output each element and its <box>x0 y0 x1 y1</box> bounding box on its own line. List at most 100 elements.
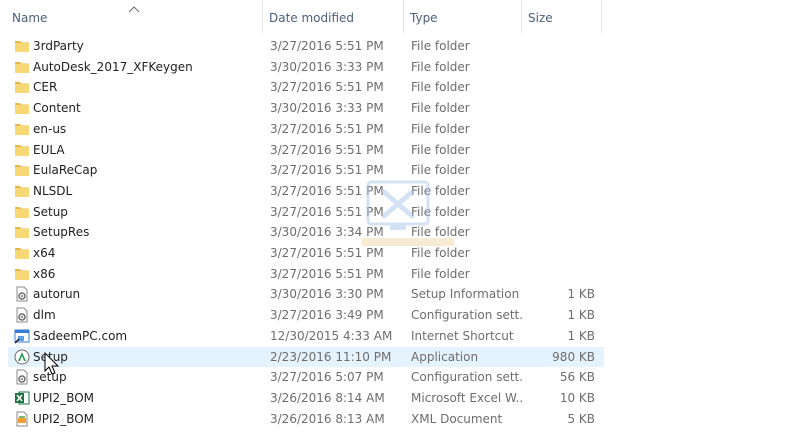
file-date-modified: 3/27/2016 5:51 PM <box>270 80 384 95</box>
watermark-logo-icon <box>362 178 454 258</box>
file-name: SetupRes <box>33 225 90 240</box>
file-date-modified: 3/27/2016 3:49 PM <box>270 308 384 323</box>
file-row[interactable]: NLSDL 3/27/2016 5:51 PM File folder <box>8 181 604 201</box>
file-row[interactable]: setup 3/27/2016 5:07 PM Configuration sett… <box>8 367 604 387</box>
column-header-size[interactable]: Size <box>522 0 602 33</box>
file-name: Content <box>33 101 81 116</box>
file-size <box>523 57 595 77</box>
file-name: AutoDesk_2017_XFKeygen <box>33 59 193 74</box>
file-size <box>523 36 595 56</box>
file-date-modified: 3/26/2016 8:13 AM <box>270 411 385 426</box>
file-row[interactable]: en-us 3/27/2016 5:51 PM File folder <box>8 119 604 139</box>
file-row[interactable]: autorun 3/30/2016 3:30 PM Setup Informatio… <box>8 284 604 304</box>
file-row[interactable]: x86 3/27/2016 5:51 PM File folder <box>8 264 604 284</box>
folder-icon <box>14 38 30 54</box>
file-row[interactable]: Content 3/30/2016 3:33 PM File folder <box>8 98 604 118</box>
file-name: CER <box>33 80 58 95</box>
file-row[interactable]: EULA 3/27/2016 5:51 PM File folder <box>8 140 604 160</box>
file-size <box>523 119 595 139</box>
folder-icon <box>14 59 30 75</box>
file-row[interactable]: EulaReCap 3/27/2016 5:51 PM File folder <box>8 160 604 180</box>
file-name: 3rdParty <box>33 39 84 53</box>
folder-icon <box>14 266 30 282</box>
file-row[interactable]: dlm 3/27/2016 3:49 PM Configuration sett..… <box>8 305 604 325</box>
file-row[interactable]: SadeemPC.com 12/30/2015 4:33 AM Internet S… <box>8 326 604 346</box>
folder-icon <box>14 142 30 158</box>
file-name: UPI2_BOM <box>33 411 95 426</box>
file-type: File folder <box>411 121 470 136</box>
file-row[interactable]: UPI2_BOM 3/26/2016 8:13 AM XML Document 5 K… <box>8 409 604 429</box>
file-size <box>523 160 595 180</box>
file-size <box>523 181 595 201</box>
file-type: XML Document <box>411 411 503 426</box>
file-date-modified: 3/27/2016 5:07 PM <box>270 370 384 385</box>
file-date-modified: 3/30/2016 3:33 PM <box>270 59 384 74</box>
file-name: EULA <box>33 142 65 157</box>
file-size <box>523 202 595 222</box>
folder-icon <box>14 121 30 137</box>
file-size: 10 KB <box>559 390 595 405</box>
file-size <box>523 98 595 118</box>
file-name: NLSDL <box>33 183 73 198</box>
file-type: Microsoft Excel W... <box>411 390 523 405</box>
settings-file-icon <box>14 307 30 323</box>
file-size <box>523 222 595 242</box>
folder-icon <box>14 204 30 220</box>
file-size: 980 KB <box>552 349 595 364</box>
file-size: 5 KB <box>567 411 595 426</box>
file-name: Setup <box>33 349 68 364</box>
file-date-modified: 3/27/2016 5:51 PM <box>270 121 384 136</box>
file-size: 1 KB <box>567 308 595 323</box>
file-date-modified: 3/27/2016 5:51 PM <box>270 39 384 53</box>
file-size: 1 KB <box>567 287 595 302</box>
file-date-modified: 3/26/2016 8:14 AM <box>270 390 385 405</box>
file-name: EulaReCap <box>33 163 98 178</box>
file-date-modified: 3/30/2016 3:33 PM <box>270 101 384 116</box>
file-row[interactable]: CER 3/27/2016 5:51 PM File folder <box>8 77 604 97</box>
file-row[interactable]: AutoDesk_2017_XFKeygen 3/30/2016 3:33 PM F… <box>8 57 604 77</box>
file-date-modified: 2/23/2016 11:10 PM <box>270 349 392 364</box>
file-name: Setup <box>33 204 68 219</box>
file-name: UPI2_BOM <box>33 390 95 405</box>
file-type: File folder <box>411 266 470 281</box>
file-type: File folder <box>411 101 470 116</box>
folder-icon <box>14 224 30 240</box>
file-size <box>523 243 595 263</box>
folder-icon <box>14 183 30 199</box>
column-header-type[interactable]: Type <box>404 0 522 33</box>
file-size: 56 KB <box>559 370 595 385</box>
folder-icon <box>14 79 30 95</box>
file-type: File folder <box>411 59 470 74</box>
excel-file-icon <box>14 390 30 406</box>
file-name: setup <box>33 370 67 385</box>
column-header-date-modified[interactable]: Date modified <box>263 0 404 33</box>
file-row[interactable]: Setup 2/23/2016 11:10 PM Application 980 KB <box>8 346 604 367</box>
xml-file-icon <box>14 411 30 427</box>
file-size <box>523 264 595 284</box>
file-date-modified: 3/27/2016 5:51 PM <box>270 142 384 157</box>
file-row[interactable]: 3rdParty 3/27/2016 5:51 PM File folder <box>8 36 604 56</box>
file-date-modified: 3/27/2016 5:51 PM <box>270 266 384 281</box>
file-date-modified: 12/30/2015 4:33 AM <box>270 328 393 343</box>
file-row[interactable]: UPI2_BOM 3/26/2016 8:14 AM Microsoft Excel… <box>8 388 604 408</box>
file-name: en-us <box>33 121 67 136</box>
column-header-bar: Name Date modified Type Size <box>0 0 800 33</box>
file-row[interactable]: Setup 3/27/2016 5:51 PM File folder <box>8 202 604 222</box>
settings-file-icon <box>14 286 30 302</box>
folder-icon <box>14 162 30 178</box>
file-type: Setup Information <box>411 287 520 302</box>
sort-ascending-icon <box>128 2 140 13</box>
settings-file-icon <box>14 369 30 385</box>
file-size <box>523 77 595 97</box>
file-row[interactable]: SetupRes 3/30/2016 3:34 PM File folder <box>8 222 604 242</box>
file-type: Configuration sett... <box>411 308 523 323</box>
file-name: x86 <box>33 266 56 281</box>
file-date-modified: 3/30/2016 3:30 PM <box>270 287 384 302</box>
file-type: File folder <box>411 80 470 95</box>
file-name: autorun <box>33 287 81 302</box>
file-row[interactable]: x64 3/27/2016 5:51 PM File folder <box>8 243 604 263</box>
file-size <box>523 140 595 160</box>
file-name: dlm <box>33 308 56 323</box>
file-type: Application <box>411 349 479 364</box>
mouse-cursor-icon <box>44 351 60 376</box>
